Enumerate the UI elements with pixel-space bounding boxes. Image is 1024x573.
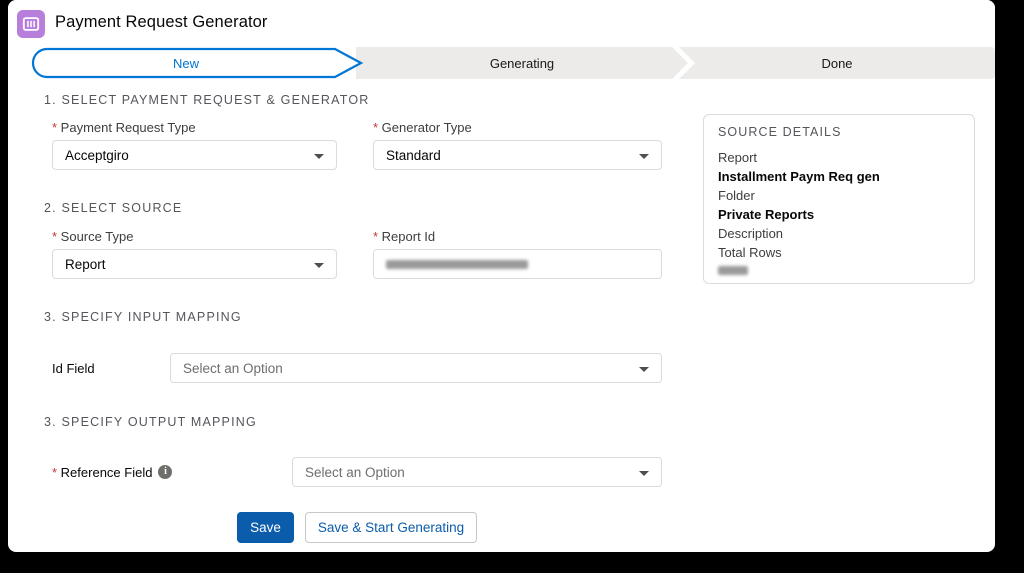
chevron-down-icon [639, 154, 649, 159]
generator-type-select[interactable]: Standard [373, 140, 662, 170]
source-details-title: SOURCE DETAILS [718, 125, 960, 139]
chevron-down-icon [314, 263, 324, 268]
section-3-title: 3. SPECIFY INPUT MAPPING [44, 310, 242, 324]
source-type-select[interactable]: Report [52, 249, 337, 279]
report-id-redacted-value [386, 260, 528, 269]
reference-field-select[interactable]: Select an Option [292, 457, 662, 487]
info-icon[interactable] [158, 465, 172, 479]
payment-request-generator-window: Payment Request Generator Generating Don… [8, 0, 995, 552]
field-payment-request-type: Payment Request Type Acceptgiro [52, 120, 337, 170]
save-and-start-generating-button[interactable]: Save & Start Generating [305, 512, 477, 543]
total-rows-redacted-value [718, 266, 748, 275]
payment-request-type-value: Acceptgiro [65, 148, 129, 163]
section-1-title: 1. SELECT PAYMENT REQUEST & GENERATOR [44, 93, 370, 107]
source-details-report-label: Report [718, 148, 960, 167]
source-details-total-rows-label: Total Rows [718, 243, 960, 262]
source-details-report-value: Installment Paym Req gen [718, 167, 960, 186]
path-step-new[interactable]: New [30, 47, 365, 79]
reference-field-placeholder: Select an Option [305, 465, 405, 480]
form-content: 1. SELECT PAYMENT REQUEST & GENERATOR Pa… [8, 0, 995, 552]
generator-type-label: Generator Type [373, 120, 662, 135]
chevron-down-icon [639, 367, 649, 372]
field-generator-type: Generator Type Standard [373, 120, 662, 170]
report-id-label: Report Id [373, 229, 662, 244]
report-id-input[interactable] [373, 249, 662, 279]
payment-request-type-label: Payment Request Type [52, 120, 337, 135]
chevron-down-icon [639, 471, 649, 476]
source-details-card: SOURCE DETAILS Report Installment Paym R… [703, 114, 975, 284]
source-details-folder-label: Folder [718, 186, 960, 205]
section-2-title: 2. SELECT SOURCE [44, 201, 182, 215]
source-details-description-label: Description [718, 224, 960, 243]
id-field-placeholder: Select an Option [183, 361, 283, 376]
generator-type-value: Standard [386, 148, 441, 163]
reference-field-label: Reference Field [52, 457, 172, 487]
source-details-folder-value: Private Reports [718, 205, 960, 224]
path-step-label: New [30, 47, 342, 79]
source-type-label: Source Type [52, 229, 337, 244]
field-source-type: Source Type Report [52, 229, 337, 279]
id-field-select[interactable]: Select an Option [170, 353, 662, 383]
field-report-id: Report Id [373, 229, 662, 279]
id-field-label: Id Field [52, 353, 95, 383]
source-type-value: Report [65, 257, 106, 272]
chevron-down-icon [314, 154, 324, 159]
save-button[interactable]: Save [237, 512, 294, 543]
section-4-title: 3. SPECIFY OUTPUT MAPPING [44, 415, 257, 429]
payment-request-type-select[interactable]: Acceptgiro [52, 140, 337, 170]
